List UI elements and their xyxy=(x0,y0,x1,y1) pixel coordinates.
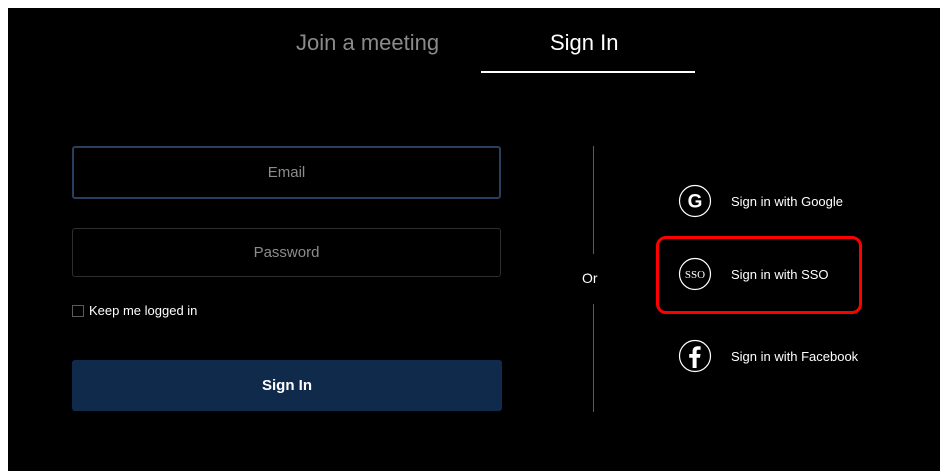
tab-join-meeting[interactable]: Join a meeting xyxy=(296,30,439,56)
facebook-icon xyxy=(678,339,712,373)
sign-in-facebook-label: Sign in with Facebook xyxy=(731,348,859,364)
email-field[interactable] xyxy=(72,146,501,199)
sign-in-screen: Join a meeting Sign In Keep me logged in… xyxy=(8,8,940,471)
sso-icon-text: SSO xyxy=(685,269,705,281)
divider-line-bottom xyxy=(593,304,594,412)
keep-logged-in-checkbox[interactable] xyxy=(72,304,84,317)
sign-in-facebook-button[interactable]: Sign in with Facebook xyxy=(678,339,858,373)
sign-in-button[interactable]: Sign In xyxy=(72,360,502,411)
keep-logged-in[interactable]: Keep me logged in xyxy=(72,303,197,318)
sign-in-google-button[interactable]: G Sign in with Google xyxy=(678,184,843,218)
sign-in-sso-label: Sign in with SSO xyxy=(731,266,829,282)
password-field[interactable] xyxy=(72,228,501,277)
tab-sign-in[interactable]: Sign In xyxy=(550,30,619,56)
divider-line-top xyxy=(593,146,594,254)
svg-text:G: G xyxy=(688,192,703,213)
keep-logged-in-label: Keep me logged in xyxy=(89,303,198,318)
sign-in-sso-button[interactable]: SSO Sign in with SSO xyxy=(678,257,829,291)
sign-in-google-label: Sign in with Google xyxy=(731,193,844,209)
divider-or-label: Or xyxy=(582,270,598,286)
active-tab-indicator xyxy=(481,71,695,73)
sso-icon: SSO xyxy=(678,257,712,291)
google-icon: G xyxy=(678,184,712,218)
